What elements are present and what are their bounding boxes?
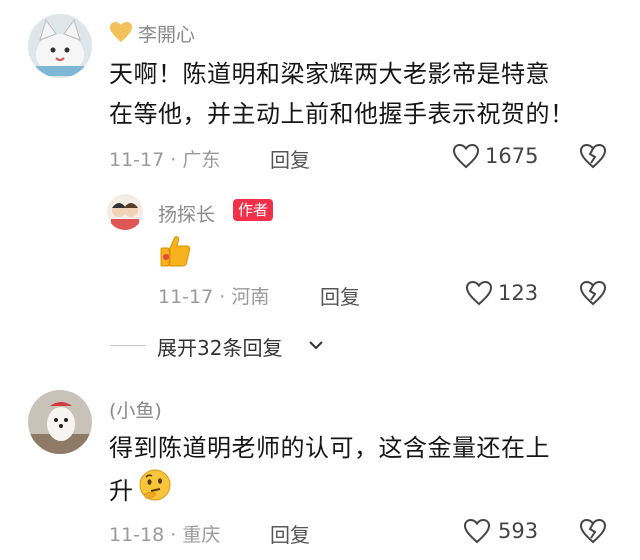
heart-outline-icon[interactable] [452,143,480,169]
broken-heart-icon[interactable] [579,143,607,169]
thumbs-up-emoji [158,234,192,272]
like-count: 593 [498,519,539,543]
broken-heart-icon[interactable] [579,280,607,306]
comment-text: 天啊！陈道明和梁家辉两大老影帝是特意 在等他，并主动上前和他握手表示祝贺的！ [109,54,575,134]
like-count: 1675 [485,144,539,168]
comment-text-line: 升 [109,477,134,505]
comment-text-line-wrap: 升 [109,468,629,514]
reply-button[interactable]: 回复 [320,281,360,310]
avatar[interactable] [28,390,92,454]
username[interactable]: 扬探长 [158,200,215,227]
comment-text-line: 在等他，并主动上前和他握手表示祝贺的！ [109,100,575,128]
username[interactable]: 李開心 [138,20,195,47]
expand-replies-label: 展开32条回复 [157,336,283,360]
reply-button[interactable]: 回复 [270,519,310,548]
divider-line [110,345,146,346]
avatar[interactable] [28,14,92,78]
expand-replies[interactable]: 展开32条回复 [110,332,340,360]
comment-text: 得到陈道明老师的认可，这含金量还在上 升 [109,428,629,514]
username[interactable]: (小鱼) [109,396,162,423]
author-badge: 作者 [233,199,274,221]
comment-text-line: 得到陈道明老师的认可，这含金量还在上 [109,434,550,462]
reply-button[interactable]: 回复 [270,144,310,173]
heart-outline-icon[interactable] [465,280,493,306]
heart-outline-icon[interactable] [463,518,491,544]
heart-badge-icon [109,21,133,47]
date-location: 11-17 · 河南 [158,286,270,308]
avatar[interactable] [107,194,143,230]
thinking-face-emoji [138,468,172,514]
date-location: 11-18 · 重庆 [109,524,221,546]
chevron-down-icon [308,339,324,351]
date-location: 11-17 · 广东 [109,149,221,171]
comment-text-line: 天啊！陈道明和梁家辉两大老影帝是特意 [109,60,550,88]
like-count: 123 [498,281,539,305]
broken-heart-icon[interactable] [579,518,607,544]
